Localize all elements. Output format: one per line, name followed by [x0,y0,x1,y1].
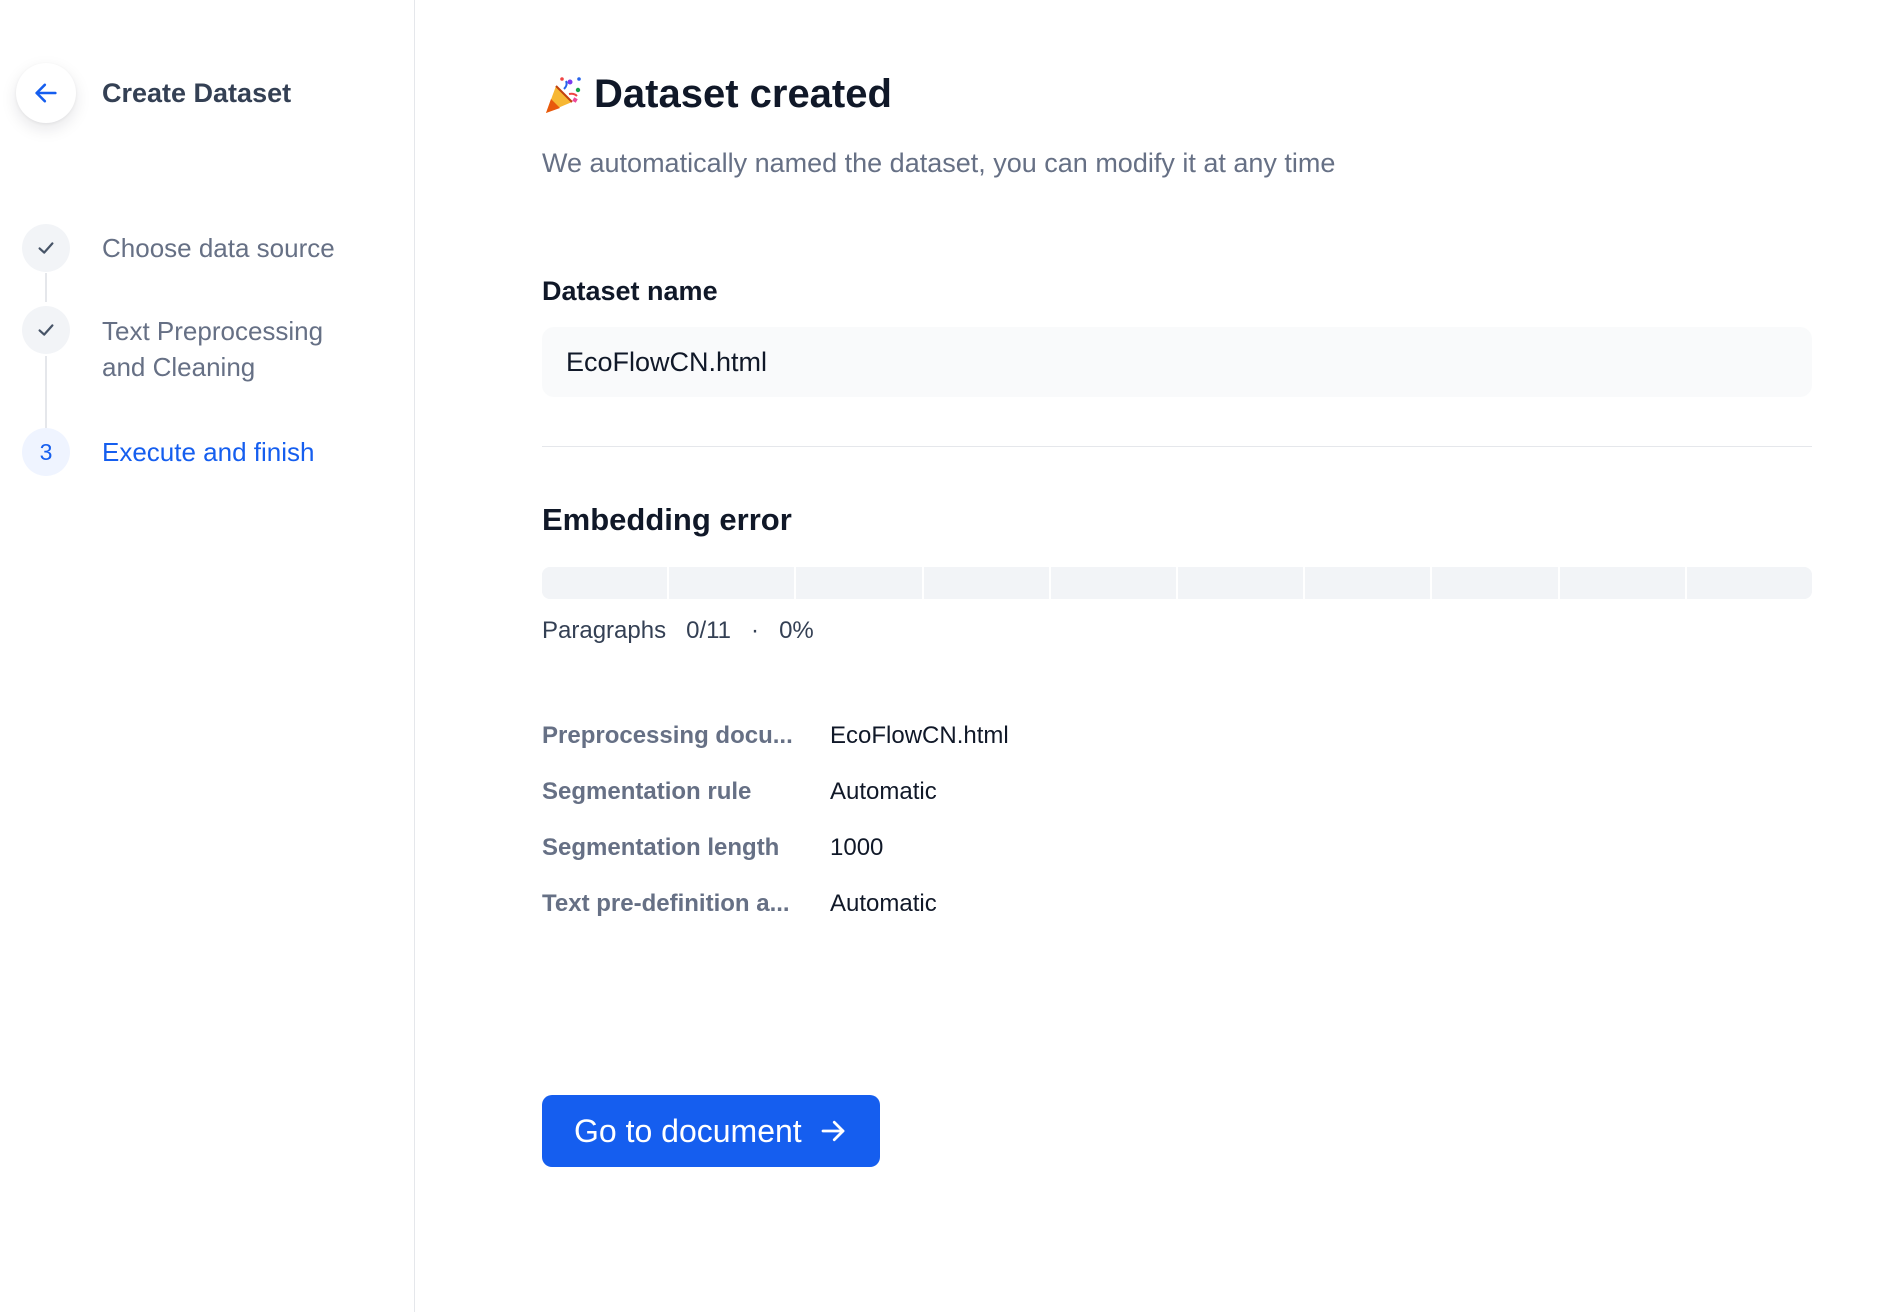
progress-segment [1559,567,1687,599]
info-value: EcoFlowCN.html [830,722,1009,749]
info-value: Automatic [830,778,937,805]
info-key: Text pre-definition a... [542,890,790,917]
progress-separator: · [751,617,760,644]
progress-segment [1432,567,1560,599]
app-root: Create Dataset Choose data source Text P… [0,0,1892,1312]
section-divider [542,446,1812,447]
step-3-label: Execute and finish [102,437,315,467]
progress-summary: Paragraphs 0/11 · 0% [542,617,814,645]
arrow-right-icon [821,1120,845,1142]
embedding-status-title: Embedding error [542,502,792,537]
step-connector [45,356,47,430]
arrow-left-icon [35,83,57,103]
progress-segment [1686,567,1812,599]
step-1-label: Choose data source [102,233,335,263]
dataset-name-input[interactable] [542,327,1812,397]
info-value: 1000 [830,834,884,861]
paragraphs-label: Paragraphs [542,617,667,644]
progress-segment [1050,567,1179,599]
main-panel: Dataset created We automatically named t… [415,0,1892,1312]
dataset-name-label: Dataset name [542,276,718,306]
page-subtitle: We automatically named the dataset, you … [542,148,1336,178]
page-title: Dataset created [594,72,892,116]
progress-segment [1305,567,1433,599]
info-row: Segmentation length 1000 [542,834,1009,890]
progress-segment [796,567,924,599]
go-to-document-label: Go to document [574,1112,802,1149]
processing-info-table: Preprocessing docu... EcoFlowCN.html Seg… [542,722,1009,946]
step-1-check [22,224,70,272]
embedding-progress-bar [542,567,1812,599]
go-to-document-button[interactable]: Go to document [542,1095,880,1167]
info-row: Segmentation rule Automatic [542,778,1009,834]
progress-percent: 0% [779,617,814,644]
step-2-label: Text Preprocessing and Cleaning [102,316,324,382]
check-icon [38,242,54,254]
step-2-check [22,306,70,354]
sidebar-title: Create Dataset [102,78,292,108]
info-key: Segmentation rule [542,778,752,805]
info-key: Segmentation length [542,834,780,861]
info-row: Text pre-definition a... Automatic [542,890,1009,946]
step-3-number: 3 [22,428,70,476]
info-row: Preprocessing docu... EcoFlowCN.html [542,722,1009,778]
info-key: Preprocessing docu... [542,722,793,749]
info-value: Automatic [830,890,937,917]
progress-segment [542,567,670,599]
progress-segment [669,567,797,599]
progress-segment [923,567,1051,599]
page-heading: Dataset created [542,72,892,117]
progress-segment [1178,567,1306,599]
paragraphs-count: 0/11 [686,617,732,644]
step-connector [45,273,47,302]
check-icon [38,324,54,336]
sidebar: Create Dataset Choose data source Text P… [0,0,415,1312]
back-button[interactable] [16,63,76,123]
party-popper-icon [546,76,581,113]
